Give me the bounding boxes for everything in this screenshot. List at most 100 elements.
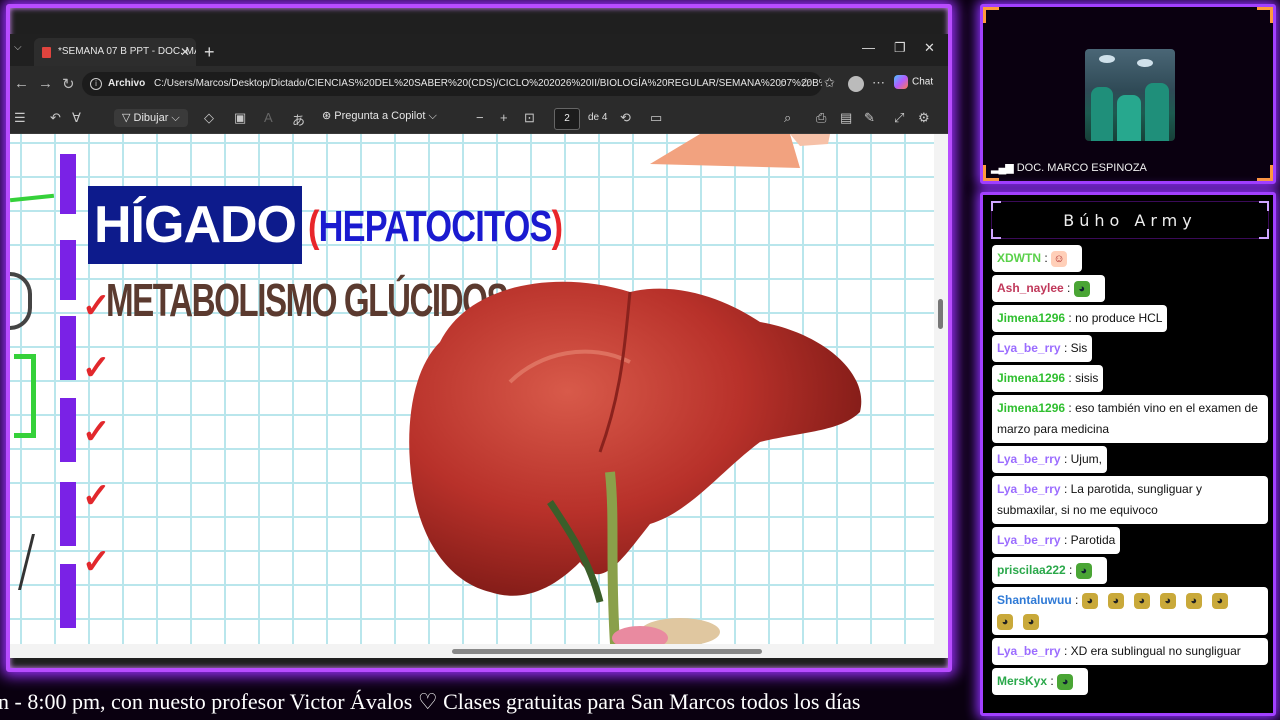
page-view-icon[interactable]: ▭ bbox=[650, 110, 662, 126]
zoom-out-icon[interactable]: − bbox=[476, 110, 484, 125]
green-bracket-decoration bbox=[14, 354, 36, 438]
page-total: de 4 bbox=[588, 112, 608, 123]
save-icon[interactable]: ▤ bbox=[840, 110, 852, 126]
tab-bar: ⌵ *SEMANA 07 B PPT - DOC. MARCO ✕ + — ❐ … bbox=[10, 34, 948, 66]
chat-separator: : bbox=[1041, 251, 1052, 265]
address-bar-row: ← → ↻ i Archivo C:/Users/Marcos/Desktop/… bbox=[10, 66, 948, 102]
vertical-scrollbar[interactable] bbox=[934, 134, 948, 644]
peach-shape-decoration bbox=[650, 134, 830, 168]
subtitle-text: HEPATOCITOS bbox=[318, 202, 553, 251]
page-number-input[interactable]: 2 bbox=[554, 108, 580, 130]
info-icon[interactable]: i bbox=[90, 78, 102, 90]
forward-icon[interactable]: → bbox=[38, 75, 53, 92]
frog-emote-icon: ◕ bbox=[1107, 592, 1124, 609]
close-window-icon[interactable]: ✕ bbox=[924, 40, 935, 56]
chat-message: Jimena1296 : no produce HCL bbox=[992, 305, 1168, 332]
chat-username[interactable]: Shantaluwuu bbox=[997, 593, 1072, 607]
chat-username[interactable]: Lya_be_rry bbox=[997, 482, 1061, 496]
fullscreen-icon[interactable]: ⤢ bbox=[894, 110, 904, 126]
chat-separator: : bbox=[1060, 533, 1071, 547]
pdf-page[interactable]: HÍGADO (HEPATOCITOS) ✓ METABOLISMO GLÚCI… bbox=[10, 134, 934, 644]
chat-username[interactable]: Jimena1296 bbox=[997, 371, 1065, 385]
chat-message: Ash_naylee : ◕ bbox=[992, 275, 1105, 302]
copilot-ask-button[interactable]: ⊛ Pregunta a Copilot ⌵ bbox=[322, 109, 437, 123]
chat-username[interactable]: Lya_be_rry bbox=[997, 533, 1061, 547]
chat-separator: : bbox=[1065, 311, 1076, 325]
chat-username[interactable]: priscilaa222 bbox=[997, 563, 1066, 577]
draw-button[interactable]: ▽ Dibujar ⌵ bbox=[114, 109, 188, 127]
highlight-icon[interactable]: ∀ bbox=[72, 110, 81, 126]
frog-emote-icon: ◕ bbox=[1159, 592, 1176, 609]
chat-message: Shantaluwuu : ◕ ◕ ◕ ◕ ◕ ◕ ◕ ◕ bbox=[992, 587, 1268, 635]
save-as-icon[interactable]: ✎ bbox=[864, 110, 875, 126]
fit-page-icon[interactable]: ⊡ bbox=[524, 110, 535, 126]
person-figure bbox=[1117, 95, 1141, 141]
zoom-icon[interactable]: ⌕ bbox=[780, 75, 787, 91]
eraser-icon[interactable]: ◇ bbox=[204, 110, 214, 126]
frog-emote-icon: ◕ bbox=[1081, 592, 1098, 609]
chat-username[interactable]: Lya_be_rry bbox=[997, 341, 1061, 355]
horizontal-scroll-thumb[interactable] bbox=[452, 649, 762, 654]
vertical-scroll-thumb[interactable] bbox=[938, 299, 943, 329]
horizontal-scrollbar[interactable] bbox=[10, 644, 948, 658]
tab-list-chevron-icon[interactable]: ⌵ bbox=[14, 42, 22, 53]
frog-emote-icon: ◕ bbox=[997, 613, 1013, 630]
back-icon[interactable]: ← bbox=[14, 75, 29, 92]
rotate-icon[interactable]: ⟲ bbox=[620, 110, 631, 126]
chat-separator: : bbox=[1047, 674, 1058, 688]
chat-username[interactable]: Lya_be_rry bbox=[997, 644, 1061, 658]
chat-message: Lya_be_rry : La parotida, sungliguar y s… bbox=[992, 476, 1268, 524]
new-tab-icon[interactable]: + bbox=[204, 38, 215, 66]
favorite-star-icon[interactable]: ☆ bbox=[800, 75, 812, 91]
profile-avatar[interactable] bbox=[848, 76, 864, 92]
print-icon[interactable]: ⎙ bbox=[816, 110, 826, 126]
chat-separator: : bbox=[1060, 341, 1071, 355]
surgical-lamp bbox=[1137, 59, 1153, 67]
chat-username[interactable]: XDWTN bbox=[997, 251, 1041, 265]
copilot-chat-button[interactable]: Chat bbox=[894, 75, 933, 89]
settings-gear-icon[interactable]: ⚙ bbox=[918, 110, 930, 126]
more-icon[interactable]: ⋯ bbox=[872, 75, 885, 91]
minimize-icon[interactable]: — bbox=[862, 40, 875, 55]
face-emote-icon: ☺ bbox=[1051, 250, 1068, 267]
chat-message: priscilaa222 : ◕ bbox=[992, 557, 1107, 584]
address-field[interactable]: i Archivo C:/Users/Marcos/Desktop/Dictad… bbox=[82, 72, 822, 96]
refresh-icon[interactable]: ↻ bbox=[62, 75, 75, 93]
chat-header: Búho Army bbox=[991, 201, 1269, 239]
address-url: C:/Users/Marcos/Desktop/Dictado/CIENCIAS… bbox=[154, 78, 822, 89]
read-aloud-icon[interactable]: あ bbox=[292, 110, 305, 129]
chat-message: XDWTN : ☺ bbox=[992, 245, 1083, 272]
favorites-icon[interactable]: ✩ bbox=[824, 75, 835, 91]
text-box-icon[interactable]: ▣ bbox=[234, 110, 246, 126]
chat-message: Jimena1296 : eso también vino en el exam… bbox=[992, 395, 1268, 443]
tab-close-icon[interactable]: ✕ bbox=[180, 38, 190, 66]
chat-separator: : bbox=[1060, 482, 1071, 496]
search-icon[interactable]: ⌕ bbox=[784, 110, 791, 126]
chat-username[interactable]: Ash_naylee bbox=[997, 281, 1064, 295]
chat-username[interactable]: Jimena1296 bbox=[997, 401, 1065, 415]
purple-bar-segment bbox=[60, 154, 76, 214]
check-mark: ✓ bbox=[82, 543, 111, 581]
text-format-icon[interactable]: A bbox=[264, 110, 273, 125]
purple-bar-segment bbox=[60, 482, 76, 546]
tab-title: *SEMANA 07 B PPT - DOC. MARCO bbox=[58, 46, 196, 57]
undo-icon[interactable]: ↶ bbox=[50, 110, 61, 126]
purple-bar-segment bbox=[60, 564, 76, 628]
chat-message: MersKyx : ◕ bbox=[992, 668, 1089, 695]
chat-text: sisis bbox=[1075, 371, 1099, 385]
corner-bracket bbox=[1257, 165, 1273, 181]
zoom-in-icon[interactable]: + bbox=[500, 110, 508, 125]
webcam-video bbox=[1085, 49, 1175, 141]
maximize-icon[interactable]: ❐ bbox=[894, 40, 906, 56]
frog-emote-icon: ◕ bbox=[1185, 592, 1202, 609]
chat-username[interactable]: MersKyx bbox=[997, 674, 1047, 688]
purple-bar-segment bbox=[60, 240, 76, 300]
surgical-lamp bbox=[1099, 55, 1115, 63]
browser-tab[interactable]: *SEMANA 07 B PPT - DOC. MARCO ✕ bbox=[34, 38, 196, 66]
subtitle-paren-close: ) bbox=[551, 202, 563, 251]
person-figure bbox=[1145, 83, 1169, 141]
chat-separator: : bbox=[1065, 563, 1076, 577]
contents-icon[interactable]: ☰ bbox=[14, 110, 26, 126]
chat-username[interactable]: Jimena1296 bbox=[997, 311, 1065, 325]
chat-username[interactable]: Lya_be_rry bbox=[997, 452, 1061, 466]
